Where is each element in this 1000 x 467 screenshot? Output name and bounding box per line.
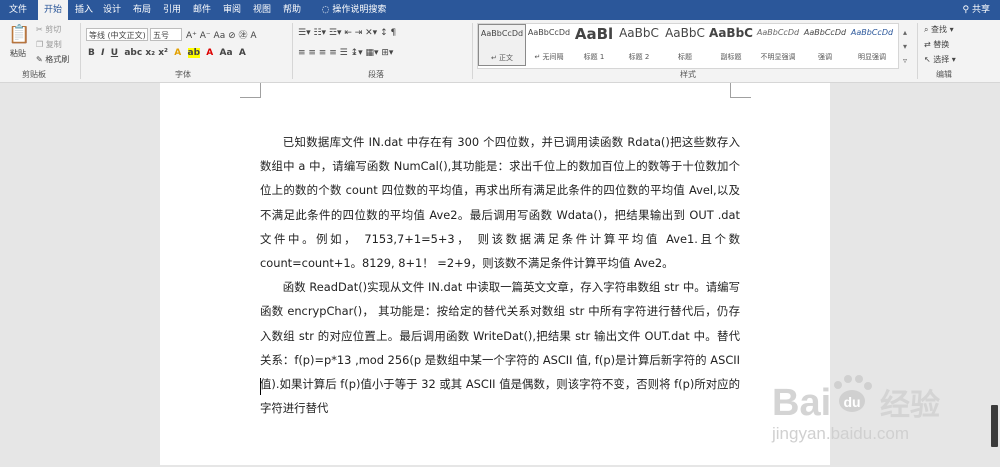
style-emphasis[interactable]: AaBbCcDd 强调 — [802, 24, 848, 66]
style-name: 明显强调 — [858, 53, 886, 61]
style-name: 不明显强调 — [760, 53, 796, 61]
style-sample: AaBbCcDd — [480, 29, 524, 38]
watermark-brand: Bai — [772, 382, 831, 424]
editing-group-label: 编辑 — [936, 70, 952, 79]
cut-label: 剪切 — [45, 25, 62, 34]
copy-icon: ❐ — [36, 40, 44, 49]
search-icon: ⌕ — [924, 25, 929, 34]
style-name: 标题 2 — [628, 53, 650, 61]
style-sample: AaBbCcDd — [756, 28, 800, 37]
style-subtitle[interactable]: AaBbC 副标题 — [708, 24, 754, 66]
paste-button[interactable]: 粘贴 — [10, 48, 26, 59]
style-sample: AaBbC — [709, 26, 753, 40]
replace-button[interactable]: ⇄ 替换 — [924, 39, 949, 50]
scrollbar-thumb[interactable] — [991, 405, 998, 447]
select-button[interactable]: ↖ 选择 ▾ — [924, 54, 956, 65]
text-cursor — [260, 378, 261, 395]
style-heading1[interactable]: AaBl 标题 1 — [572, 24, 616, 66]
style-normal[interactable]: AaBbCcDd ↵ 正文 — [478, 24, 526, 66]
font-size-controls[interactable]: A⁺ A⁻ Aa ⊘ ㊟ A — [186, 28, 257, 41]
style-name: ↵ 无间隔 — [534, 53, 564, 61]
baidu-jingyan-watermark: Bai du 经验 jingyan.baidu.com — [770, 373, 990, 463]
share-button[interactable]: ⚲ 共享 — [963, 0, 990, 20]
style-name: ↵ 正文 — [490, 54, 514, 62]
lightbulb-icon: ◌ — [321, 5, 330, 15]
select-label: 选择 — [933, 55, 950, 64]
alignment-buttons[interactable]: ≡ ≡ ≡ ≡ ☰ ↨▾ ▦▾ ⊞▾ — [298, 48, 393, 58]
tab-mailings[interactable]: 邮件 — [190, 0, 214, 20]
share-label: 共享 — [971, 5, 990, 15]
replace-label: 替换 — [933, 40, 950, 49]
style-subtle-emphasis[interactable]: AaBbCcDd 不明显强调 — [754, 24, 802, 66]
style-sample: AaBbC — [665, 26, 705, 40]
document-body[interactable]: 已知数据库文件 IN.dat 中存在有 300 个四位数，并已调用读函数 Rda… — [260, 130, 740, 420]
ribbon-home: 📋 粘贴 ✂ 剪切 ❐ 复制 ✎ 格式刷 剪贴板 等线 (中文正文) 五号 A⁺… — [0, 20, 1000, 83]
divider — [472, 23, 473, 79]
styles-group-label: 样式 — [680, 70, 696, 79]
scissors-icon: ✂ — [36, 25, 43, 34]
tab-design[interactable]: 设计 — [100, 0, 124, 20]
tab-help[interactable]: 帮助 — [280, 0, 304, 20]
page-margin-corner — [240, 83, 261, 98]
tab-view[interactable]: 视图 — [250, 0, 274, 20]
font-size-dropdown[interactable]: 五号 — [150, 28, 182, 41]
watermark-url: jingyan.baidu.com — [771, 424, 909, 443]
tell-me-search[interactable]: ◌ 操作说明搜索 — [314, 0, 394, 20]
tab-home[interactable]: 开始 — [38, 0, 68, 20]
list-buttons[interactable]: ☰▾ ☷▾ ☲▾ ⇤ ⇥ ✕▾ ↕ ¶ — [298, 28, 396, 38]
format-painter-button[interactable]: ✎ 格式刷 — [36, 54, 69, 65]
find-button[interactable]: ⌕ 查找 ▾ — [924, 24, 954, 35]
tab-references[interactable]: 引用 — [160, 0, 184, 20]
style-sample: AaBbC — [619, 26, 659, 40]
tab-layout[interactable]: 布局 — [130, 0, 154, 20]
style-name: 副标题 — [720, 53, 742, 61]
page-margin-corner — [730, 83, 751, 98]
svg-text:du: du — [843, 394, 860, 410]
font-group-label: 字体 — [175, 70, 191, 79]
tab-review[interactable]: 审阅 — [220, 0, 244, 20]
cut-button[interactable]: ✂ 剪切 — [36, 24, 61, 35]
divider — [917, 23, 918, 79]
paste-icon[interactable]: 📋 — [8, 24, 30, 45]
styles-gallery: AaBbCcDd ↵ 正文 AaBbCcDd ↵ 无间隔 AaBl 标题 1 A… — [477, 23, 899, 69]
brush-icon: ✎ — [36, 55, 43, 64]
person-icon: ⚲ — [962, 5, 970, 15]
clipboard-group-label: 剪贴板 — [22, 70, 46, 79]
baidu-logo: Bai du 经验 jingyan.baidu.com — [771, 375, 940, 443]
ribbon-tab-bar: 文件 开始 插入 设计 布局 引用 邮件 审阅 视图 帮助 ◌ 操作说明搜索 ⚲… — [0, 0, 1000, 20]
tab-insert[interactable]: 插入 — [72, 0, 96, 20]
style-name: 强调 — [818, 53, 832, 61]
paragraph-group-label: 段落 — [368, 70, 384, 79]
style-heading2[interactable]: AaBbC 标题 2 — [616, 24, 662, 66]
gallery-scroll[interactable]: ▴ ▾ ▿ — [903, 26, 907, 68]
style-title[interactable]: AaBbC 标题 — [662, 24, 708, 66]
divider — [80, 23, 81, 79]
tell-me-label: 操作说明搜索 — [332, 5, 387, 15]
style-intense-emphasis[interactable]: AaBbCcDd 明显强调 — [848, 24, 896, 66]
style-no-spacing[interactable]: AaBbCcDd ↵ 无间隔 — [526, 24, 572, 66]
style-name: 标题 — [678, 53, 692, 61]
watermark-brand2: 经验 — [880, 388, 940, 423]
style-name: 标题 1 — [583, 53, 605, 61]
cursor-icon: ↖ — [924, 55, 931, 64]
copy-button[interactable]: ❐ 复制 — [36, 39, 62, 50]
format-painter-label: 格式刷 — [45, 55, 70, 64]
font-name-dropdown[interactable]: 等线 (中文正文) — [86, 28, 148, 41]
replace-icon: ⇄ — [924, 40, 931, 49]
style-sample: AaBbCcDd — [850, 28, 894, 37]
paragraph: 函数 ReadDat()实现从文件 IN.dat 中读取一篇英文文章，存入字符串… — [260, 280, 740, 416]
style-sample: AaBbCcDd — [527, 28, 571, 37]
tab-file[interactable]: 文件 — [4, 0, 32, 20]
font-format-buttons[interactable]: B I U abc x₂ x² A ab A Aa A — [88, 48, 246, 58]
copy-label: 复制 — [45, 40, 62, 49]
paragraph: 已知数据库文件 IN.dat 中存在有 300 个四位数，并已调用读函数 Rda… — [260, 135, 740, 271]
divider — [292, 23, 293, 79]
style-sample: AaBl — [574, 25, 614, 43]
style-sample: AaBbCcDd — [803, 28, 847, 37]
find-label: 查找 — [931, 25, 948, 34]
